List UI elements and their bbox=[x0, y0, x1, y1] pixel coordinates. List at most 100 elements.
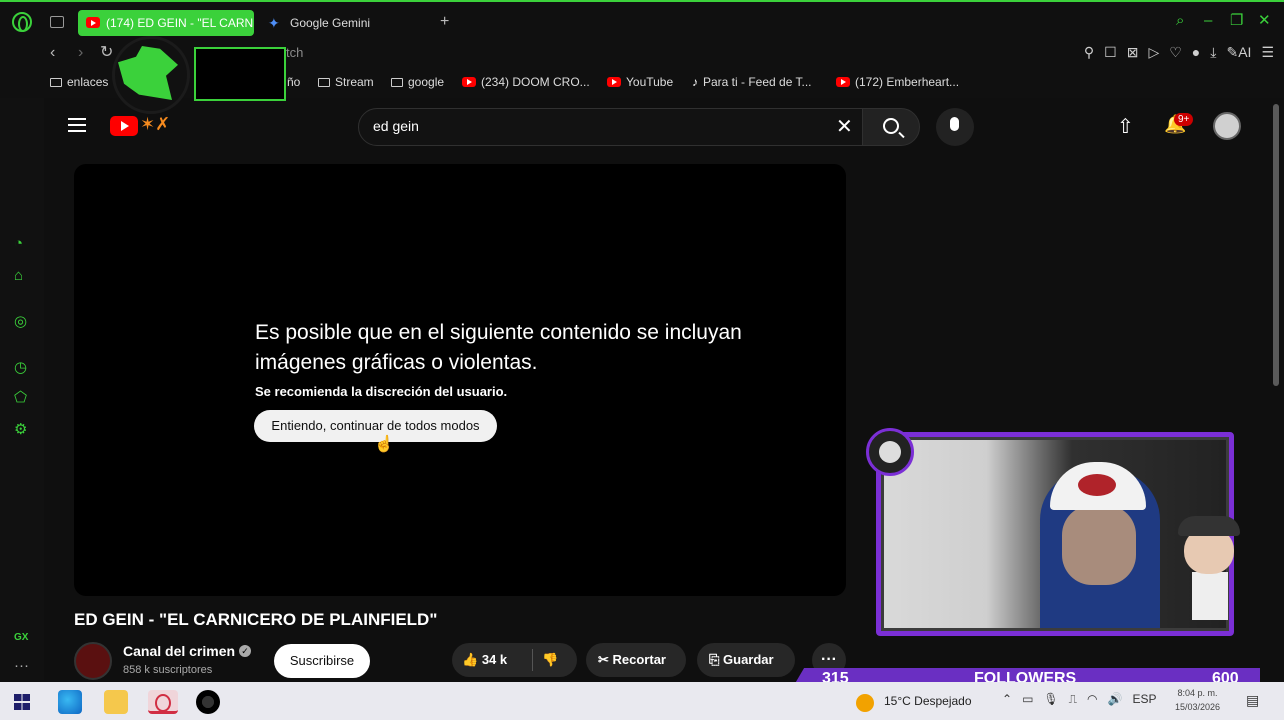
back-arrow-icon[interactable]: ‹ bbox=[50, 44, 55, 62]
video-player[interactable] bbox=[74, 164, 846, 596]
bookmark-label: YouTube bbox=[626, 75, 674, 89]
pin-icon[interactable]: ⚲ bbox=[1084, 44, 1094, 61]
folder-icon bbox=[318, 77, 330, 87]
search-query[interactable]: ed gein bbox=[373, 118, 419, 134]
maximize-icon[interactable]: ❐ bbox=[1230, 12, 1243, 30]
reload-icon[interactable]: ↻ bbox=[100, 44, 113, 62]
bookmark-label: (172) Emberheart... bbox=[855, 75, 960, 89]
thumbs-down-icon[interactable]: 👎 bbox=[542, 643, 558, 677]
bookmark-label: (234) DOOM CRO... bbox=[481, 75, 590, 89]
heart-icon[interactable]: ♡ bbox=[1169, 44, 1182, 61]
browser-sidebar: ◔ ⌂ ◎ ◷ ⬠ ⚙ GX ··· bbox=[0, 98, 44, 680]
clock[interactable]: 8:04 p. m. 15/03/2026 bbox=[1175, 686, 1220, 714]
bookmark-emberheart[interactable]: (172) Emberheart... bbox=[836, 75, 959, 89]
bookmark-doom[interactable]: (234) DOOM CRO... bbox=[462, 75, 590, 89]
windows-start-icon[interactable] bbox=[14, 694, 30, 710]
close-window-icon[interactable]: ✕ bbox=[1258, 12, 1271, 30]
profile-icon[interactable]: ● bbox=[1192, 44, 1200, 61]
account-avatar[interactable] bbox=[1213, 112, 1241, 140]
folder-icon bbox=[391, 77, 403, 87]
file-explorer-icon[interactable] bbox=[104, 690, 128, 714]
voice-search-mic-icon[interactable] bbox=[936, 108, 974, 146]
channel-name[interactable]: Canal del crimen bbox=[123, 643, 235, 659]
opera-taskbar-icon[interactable] bbox=[148, 690, 178, 714]
search-icon bbox=[883, 118, 899, 134]
youtube-logo-icon[interactable] bbox=[110, 116, 138, 136]
channel-avatar[interactable] bbox=[74, 642, 112, 680]
opera-gx-logo-icon[interactable] bbox=[12, 12, 32, 32]
clock-date: 15/03/2026 bbox=[1175, 702, 1221, 712]
divider bbox=[532, 649, 533, 671]
doodle-icon: ✶✗ bbox=[140, 114, 171, 134]
obs-icon[interactable] bbox=[196, 690, 220, 714]
streamer-face bbox=[1062, 505, 1136, 585]
system-tray: ⌃ ▭ 🎙 ⎍ ◠ 🔊 ESP bbox=[1002, 692, 1157, 707]
hand-cursor-icon: ☝ bbox=[374, 436, 394, 453]
settings-gear-icon[interactable]: ⚙ bbox=[14, 422, 27, 438]
gx-corner-icon[interactable]: ⌂ bbox=[14, 268, 23, 284]
gx-label[interactable]: GX bbox=[14, 630, 28, 646]
youtube-icon bbox=[836, 77, 850, 87]
url-field[interactable]: tch bbox=[286, 45, 303, 60]
hamburger-menu-icon[interactable] bbox=[68, 118, 86, 132]
clip-label: Recortar bbox=[612, 652, 666, 667]
tab-google-gemini[interactable]: ✦ Google Gemini bbox=[262, 10, 432, 36]
download-icon[interactable]: ⤓ bbox=[1210, 44, 1216, 61]
tab-manager-icon[interactable] bbox=[50, 16, 64, 28]
bookmark-enlaces[interactable]: enlaces bbox=[50, 75, 108, 89]
weather-text[interactable]: 15°C Despejado bbox=[884, 694, 972, 708]
search-input[interactable] bbox=[358, 108, 878, 146]
usb-icon[interactable]: ⎍ bbox=[1069, 692, 1077, 707]
speed-dial-icon[interactable]: ◔ bbox=[14, 236, 23, 252]
menu-icon[interactable]: ☰ bbox=[1261, 44, 1274, 61]
player-icon[interactable]: ▷ bbox=[1148, 44, 1159, 61]
edge-icon[interactable] bbox=[58, 690, 82, 714]
bookmark-tiktok[interactable]: ♪ Para ti - Feed de T... bbox=[692, 75, 812, 89]
snapshot-icon[interactable]: ☐ bbox=[1104, 44, 1117, 61]
bookmark-partial[interactable]: ño bbox=[287, 75, 300, 89]
display-icon[interactable]: ▭ bbox=[1022, 692, 1033, 707]
content-warning-title: Es posible que en el siguiente contenido… bbox=[255, 321, 742, 374]
upload-icon[interactable]: ⇧ bbox=[1117, 114, 1134, 139]
save-button[interactable]: ⎘ Guardar bbox=[697, 643, 795, 677]
bookmark-youtube[interactable]: YouTube bbox=[607, 75, 673, 89]
wifi-icon[interactable]: ◠ bbox=[1087, 692, 1097, 707]
ai-label: AI bbox=[1238, 44, 1252, 60]
search-button[interactable] bbox=[862, 108, 920, 146]
forward-arrow-icon[interactable]: › bbox=[78, 44, 83, 62]
clear-search-icon[interactable]: ✕ bbox=[836, 114, 853, 139]
extensions-icon[interactable]: ⬠ bbox=[14, 390, 27, 406]
more-dots-icon[interactable]: ··· bbox=[14, 658, 29, 674]
microphone-icon[interactable]: 🎙 bbox=[1043, 692, 1058, 707]
minimize-icon[interactable]: – bbox=[1204, 12, 1212, 30]
chevron-up-icon[interactable]: ⌃ bbox=[1002, 692, 1012, 707]
language-indicator[interactable]: ESP bbox=[1132, 692, 1156, 707]
like-dislike-group: 👍 34 k 👎 bbox=[452, 643, 577, 677]
thumbs-up-icon[interactable]: 👍 bbox=[462, 652, 478, 667]
like-count[interactable]: 34 k bbox=[482, 652, 507, 667]
bookmark-stream[interactable]: Stream bbox=[318, 75, 374, 89]
new-tab-plus-icon[interactable]: + bbox=[440, 14, 449, 30]
save-label: Guardar bbox=[723, 652, 774, 667]
bookmark-google[interactable]: google bbox=[391, 75, 444, 89]
adblock-icon[interactable]: ⊠ bbox=[1127, 44, 1139, 61]
gemini-sparkle-icon: ✦ bbox=[268, 15, 280, 31]
clip-button[interactable]: ✂ Recortar bbox=[586, 643, 686, 677]
tab-youtube-video[interactable]: (174) ED GEIN - "EL CARNI bbox=[78, 10, 254, 36]
page-scrollbar[interactable] bbox=[1273, 104, 1279, 386]
verified-check-icon: ✓ bbox=[239, 645, 251, 657]
tab-bar: (174) ED GEIN - "EL CARNI ✦ Google Gemin… bbox=[0, 0, 1284, 40]
history-icon[interactable]: ◷ bbox=[14, 360, 27, 376]
subscriber-count: 858 k suscriptores bbox=[123, 664, 213, 676]
whatsapp-icon[interactable]: ◎ bbox=[14, 314, 27, 330]
ai-button[interactable]: ✎AI bbox=[1226, 44, 1251, 61]
subscribe-button[interactable]: Suscribirse bbox=[274, 644, 370, 678]
bookmarks-bar: enlaces ño Stream google (234) DOOM CRO.… bbox=[0, 68, 1284, 98]
notification-center-icon[interactable]: ▤ bbox=[1246, 692, 1259, 709]
weather-icon[interactable] bbox=[856, 694, 874, 712]
bookmark-label: Para ti - Feed de T... bbox=[703, 75, 812, 89]
content-warning-subtitle: Se recomienda la discreción del usuario. bbox=[255, 384, 508, 399]
search-tabs-icon[interactable]: ⌕ bbox=[1176, 12, 1184, 30]
video-title: ED GEIN - "EL CARNICERO DE PLAINFIELD" bbox=[74, 610, 438, 629]
volume-icon[interactable]: 🔊 bbox=[1108, 692, 1123, 707]
